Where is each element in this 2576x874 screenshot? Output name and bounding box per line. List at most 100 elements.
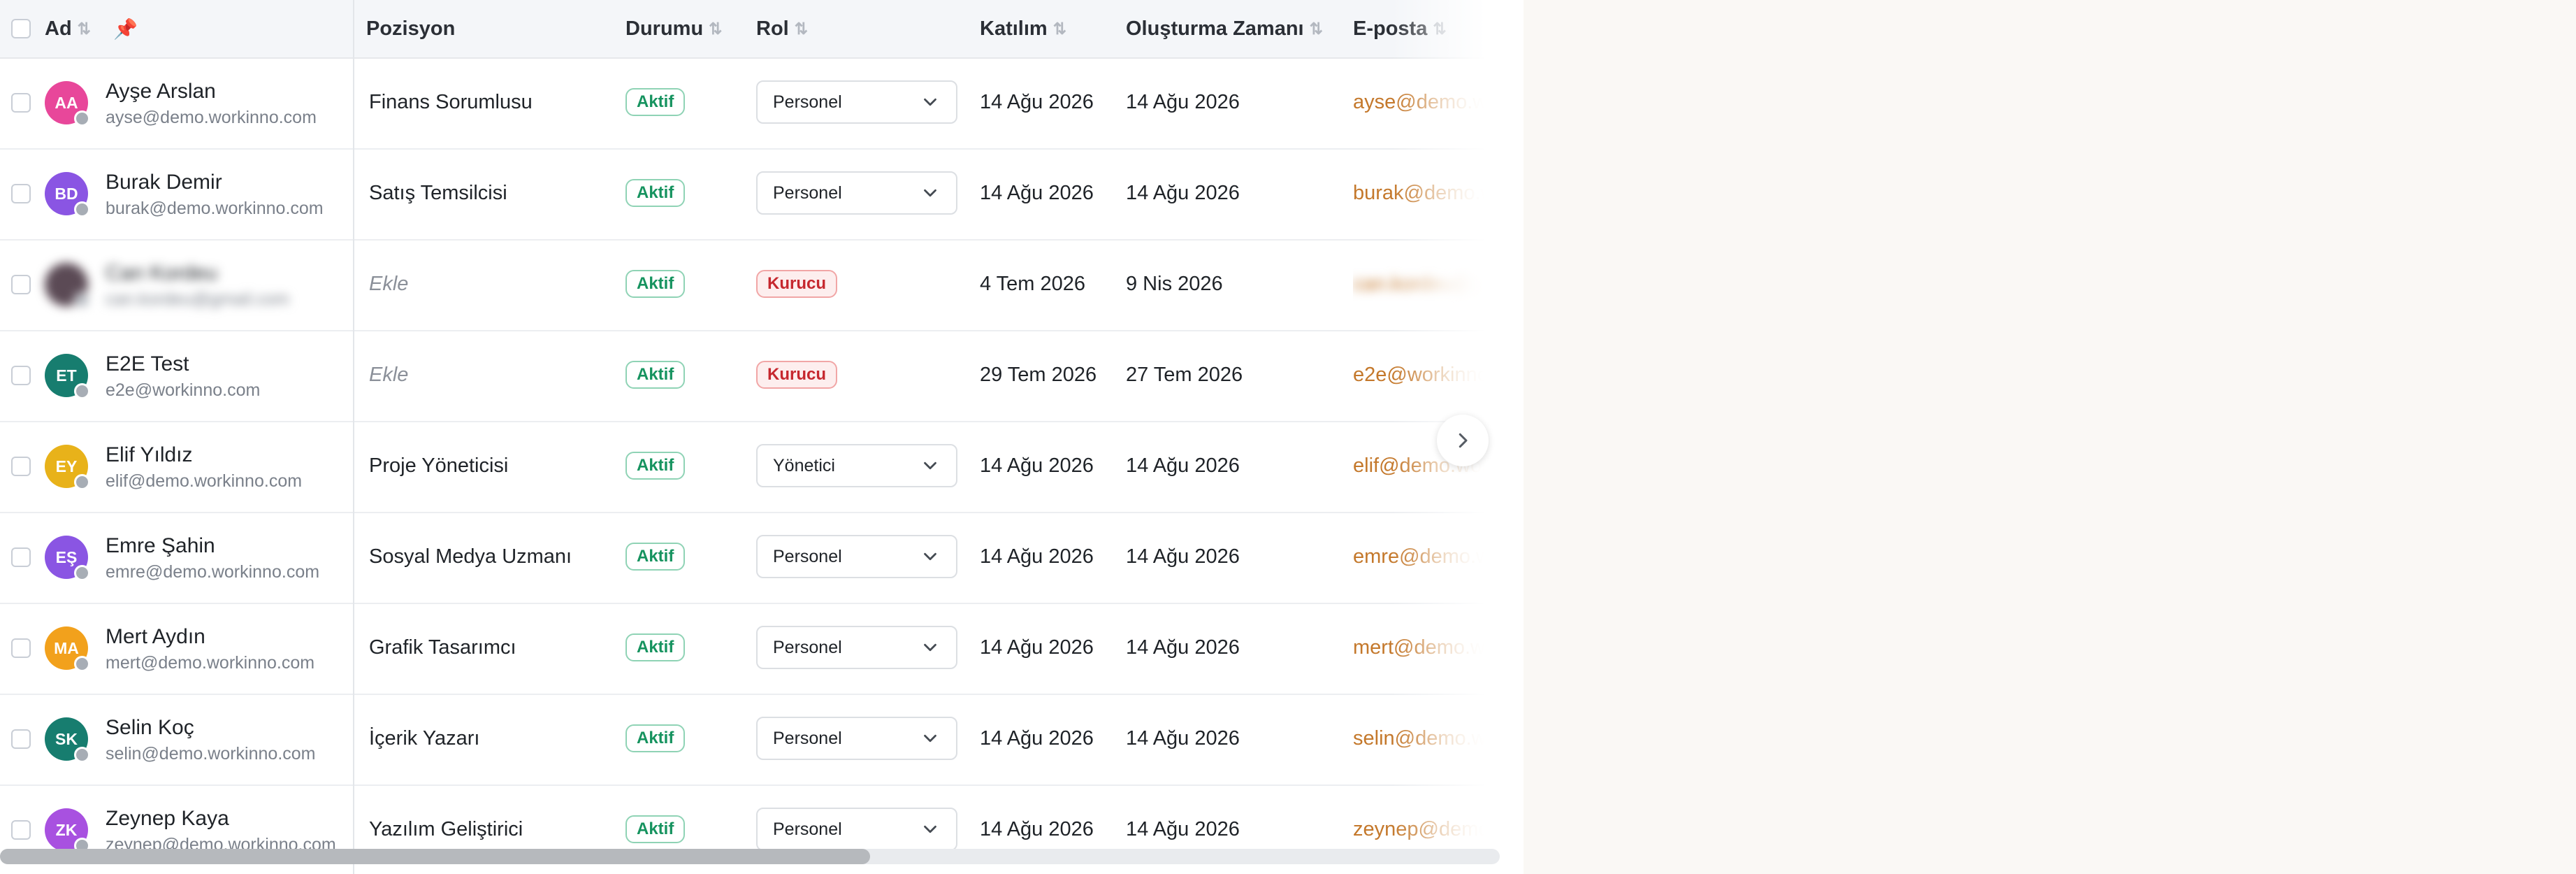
- table-row[interactable]: EŞ Emre Şahin emre@demo.workinno.com Sos…: [0, 512, 1496, 604]
- table-row[interactable]: MA Mert Aydın mert@demo.workinno.com Gra…: [0, 603, 1496, 695]
- member-name[interactable]: Selin Koç: [106, 716, 194, 740]
- column-label: Pozisyon: [366, 17, 456, 40]
- sort-icon[interactable]: ⇅: [1433, 20, 1446, 38]
- avatar: ET: [45, 354, 90, 399]
- position-cell[interactable]: Ekle: [369, 330, 408, 420]
- row-checkbox[interactable]: [11, 184, 31, 203]
- position-text: İçerik Yazarı: [369, 726, 480, 750]
- pin-column-button[interactable]: 📌: [113, 0, 138, 57]
- column-header-position[interactable]: Pozisyon: [366, 0, 455, 57]
- avatar-initials: EŞ: [55, 547, 78, 566]
- member-name[interactable]: Ayşe Arslan: [106, 80, 216, 103]
- avatar-initials: SK: [55, 729, 78, 748]
- joined-date: 14 Ağu 2026: [980, 545, 1094, 568]
- role-cell: Personel: [756, 694, 957, 783]
- column-header-joined[interactable]: Katılım ⇅: [980, 0, 1066, 57]
- avatar: BD: [45, 172, 90, 217]
- column-header-status[interactable]: Durumu ⇅: [625, 0, 722, 57]
- role-select[interactable]: Personel: [756, 80, 957, 124]
- member-name[interactable]: E2E Test: [106, 352, 189, 376]
- joined-date: 14 Ağu 2026: [980, 90, 1094, 113]
- avatar-initials: EY: [55, 457, 78, 475]
- position-cell[interactable]: Satış Temsilcisi: [369, 148, 507, 238]
- chevron-down-icon: [924, 98, 936, 106]
- role-select[interactable]: Yönetici: [756, 444, 957, 487]
- email-link[interactable]: can.kordeu@gmail.com: [1353, 239, 1493, 329]
- position-cell[interactable]: Finans Sorumlusu: [369, 57, 533, 147]
- pin-icon[interactable]: 📌: [113, 17, 138, 41]
- status-badge: Aktif: [625, 361, 686, 389]
- member-email: can.kordeu@gmail.com: [106, 289, 289, 309]
- scroll-right-button[interactable]: [1437, 415, 1489, 466]
- row-checkbox[interactable]: [11, 638, 31, 658]
- email-link[interactable]: mert@demo.workinno.com: [1353, 603, 1493, 692]
- joined-date: 14 Ağu 2026: [980, 454, 1094, 477]
- column-header-email[interactable]: E-posta ⇅: [1353, 0, 1447, 57]
- email-link[interactable]: burak@demo.workinno.com: [1353, 148, 1493, 238]
- joined-date: 29 Tem 2026: [980, 363, 1097, 386]
- row-checkbox[interactable]: [11, 820, 31, 840]
- table-row[interactable]: SK Selin Koç selin@demo.workinno.com İçe…: [0, 694, 1496, 786]
- scrollbar-thumb[interactable]: [0, 849, 870, 864]
- email-link[interactable]: emre@demo.workinno.com: [1353, 512, 1493, 601]
- sort-icon[interactable]: ⇅: [78, 20, 91, 38]
- email-link[interactable]: selin@demo.workinno.com: [1353, 694, 1493, 783]
- avatar-initials: MA: [54, 638, 79, 657]
- status-badge: Aktif: [625, 452, 686, 480]
- row-checkbox[interactable]: [11, 729, 31, 749]
- role-select[interactable]: Personel: [756, 808, 957, 851]
- member-name[interactable]: Mert Aydın: [106, 625, 205, 649]
- table-row[interactable]: Can Kordeu can.kordeu@gmail.com Ekle Akt…: [0, 239, 1496, 331]
- row-checkbox[interactable]: [11, 457, 31, 476]
- role-select[interactable]: Personel: [756, 535, 957, 578]
- column-header-name[interactable]: Ad ⇅: [45, 0, 91, 57]
- position-text: Grafik Tasarımcı: [369, 636, 516, 659]
- position-cell[interactable]: Grafik Tasarımcı: [369, 603, 516, 692]
- avatar-initials: ZK: [55, 820, 78, 839]
- position-cell[interactable]: Proje Yöneticisi: [369, 421, 508, 510]
- member-name[interactable]: Can Kordeu: [106, 262, 217, 285]
- chevron-right-icon[interactable]: [1452, 430, 1473, 451]
- position-text: Satış Temsilcisi: [369, 181, 507, 204]
- chevron-down-icon: [924, 189, 936, 197]
- role-cell: Personel: [756, 148, 957, 238]
- status-badge: Aktif: [625, 270, 686, 298]
- member-name[interactable]: Zeynep Kaya: [106, 807, 229, 831]
- member-name[interactable]: Burak Demir: [106, 171, 222, 194]
- sort-icon[interactable]: ⇅: [1053, 20, 1066, 38]
- member-name[interactable]: Elif Yıldız: [106, 443, 193, 467]
- email-link[interactable]: ayse@demo.workinno.com: [1353, 57, 1493, 147]
- table-row[interactable]: BD Burak Demir burak@demo.workinno.com S…: [0, 148, 1496, 241]
- row-checkbox[interactable]: [11, 93, 31, 113]
- row-checkbox[interactable]: [11, 275, 31, 294]
- column-header-role[interactable]: Rol ⇅: [756, 0, 808, 57]
- position-cell[interactable]: Ekle: [369, 239, 408, 329]
- sort-icon[interactable]: ⇅: [709, 20, 722, 38]
- chevron-down-icon: [924, 643, 936, 652]
- table-row[interactable]: AA Ayşe Arslan ayse@demo.workinno.com Fi…: [0, 57, 1496, 150]
- row-checkbox[interactable]: [11, 547, 31, 567]
- email-link[interactable]: e2e@workinno.com: [1353, 330, 1493, 420]
- role-select[interactable]: Personel: [756, 717, 957, 760]
- table-row[interactable]: ET E2E Test e2e@workinno.com Ekle Aktif …: [0, 330, 1496, 422]
- avatar-initials: BD: [55, 184, 78, 203]
- created-date: 14 Ağu 2026: [1126, 181, 1240, 204]
- sort-icon[interactable]: ⇅: [795, 20, 808, 38]
- presence-dot: [74, 747, 90, 763]
- table-row[interactable]: EY Elif Yıldız elif@demo.workinno.com Pr…: [0, 421, 1496, 513]
- member-email: ayse@demo.workinno.com: [106, 108, 317, 127]
- sort-icon[interactable]: ⇅: [1310, 20, 1323, 38]
- status-cell: Aktif: [625, 330, 686, 420]
- position-cell[interactable]: İçerik Yazarı: [369, 694, 479, 783]
- member-name[interactable]: Emre Şahin: [106, 534, 215, 558]
- column-label: Oluşturma Zamanı: [1126, 17, 1304, 40]
- column-header-created[interactable]: Oluşturma Zamanı ⇅: [1126, 0, 1323, 57]
- horizontal-scrollbar[interactable]: [0, 849, 1500, 864]
- role-select[interactable]: Personel: [756, 626, 957, 669]
- position-cell[interactable]: Sosyal Medya Uzmanı: [369, 512, 572, 601]
- select-all-checkbox[interactable]: [11, 19, 31, 38]
- role-select-value: Personel: [773, 819, 842, 839]
- role-cell: Personel: [756, 603, 957, 692]
- role-select[interactable]: Personel: [756, 171, 957, 215]
- row-checkbox[interactable]: [11, 366, 31, 385]
